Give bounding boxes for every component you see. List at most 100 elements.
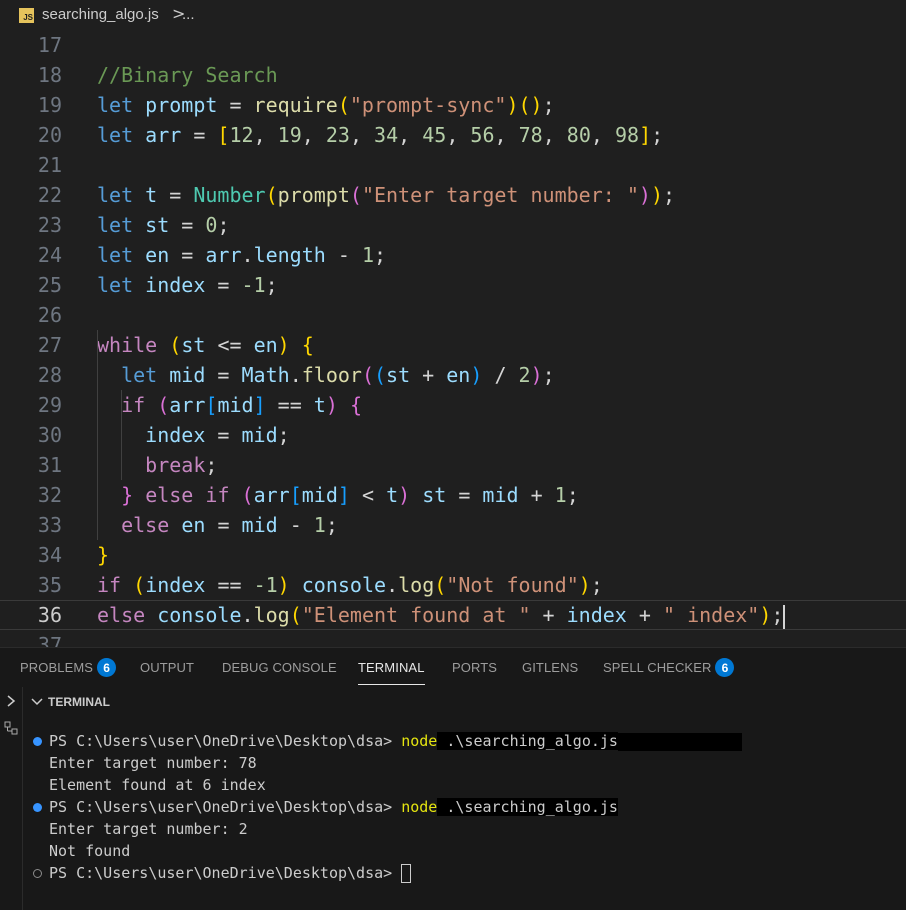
- code-line[interactable]: 33 else en = mid - 1;: [0, 510, 906, 540]
- line-number: 30: [37, 423, 62, 447]
- terminal-layout-icon[interactable]: [4, 721, 18, 735]
- text-cursor: [783, 604, 786, 629]
- code-token: ): [530, 363, 543, 387]
- tab-count-badge: 6: [715, 658, 735, 677]
- code-token: [: [289, 483, 302, 507]
- indent-guide: [121, 390, 122, 480]
- breadcrumb-file-name[interactable]: searching_algo.js: [42, 6, 159, 23]
- code-token: 80: [566, 123, 591, 147]
- code-line[interactable]: 19 let prompt = require("prompt-sync")();: [0, 90, 906, 120]
- tab-output[interactable]: OUTPUT: [140, 660, 194, 675]
- line-number: 27: [37, 333, 62, 357]
- code-token: floor: [301, 363, 362, 387]
- tab-spell-checker[interactable]: SPELL CHECKER: [603, 660, 711, 675]
- terminal-command: node: [401, 798, 438, 816]
- code-token: "Not found": [446, 573, 579, 597]
- code-text: if (index == -1) console.log("Not found"…: [97, 570, 603, 600]
- code-line[interactable]: 29 if (arr[mid] == t) {: [0, 390, 906, 420]
- code-token: Number: [193, 183, 266, 207]
- terminal-panel[interactable]: TERMINAL PS C:\Users\user\OneDrive\Deskt…: [0, 687, 906, 910]
- code-line[interactable]: 32 } else if (arr[mid] < t) st = mid + 1…: [0, 480, 906, 510]
- code-text: let st = 0;: [97, 210, 229, 240]
- code-token: mid: [241, 513, 278, 537]
- code-token: =: [446, 483, 483, 507]
- code-line[interactable]: 18 //Binary Search: [0, 60, 906, 90]
- code-line[interactable]: 36 else console.log("Element found at " +…: [0, 600, 906, 630]
- code-line[interactable]: 26: [0, 300, 906, 330]
- code-token: arr: [145, 123, 182, 147]
- code-token: arr: [169, 393, 206, 417]
- code-line[interactable]: 30 index = mid;: [0, 420, 906, 450]
- code-token: ,: [446, 123, 471, 147]
- terminal-line: Enter target number: 2: [49, 818, 248, 840]
- code-line[interactable]: 27 while (st <= en) {: [0, 330, 906, 360]
- tab-problems[interactable]: PROBLEMS: [20, 660, 93, 675]
- code-token: mid: [482, 483, 519, 507]
- code-line[interactable]: 34}: [0, 540, 906, 570]
- chevron-right-icon[interactable]: [5, 694, 17, 708]
- code-token: let: [97, 273, 134, 297]
- code-token: else: [145, 483, 194, 507]
- code-line[interactable]: 37: [0, 630, 906, 647]
- line-number: 32: [37, 483, 62, 507]
- code-line[interactable]: 17: [0, 30, 906, 60]
- code-token: ==: [265, 393, 314, 417]
- code-line[interactable]: 25 let index = -1;: [0, 270, 906, 300]
- code-line[interactable]: 35 if (index == -1) console.log("Not foun…: [0, 570, 906, 600]
- code-token: break: [145, 453, 206, 477]
- code-line[interactable]: 22 let t = Number(prompt("Enter target nu…: [0, 180, 906, 210]
- code-line[interactable]: 24 let en = arr.length - 1;: [0, 240, 906, 270]
- code-token: 12: [229, 123, 254, 147]
- code-token: " index": [662, 603, 760, 627]
- code-line[interactable]: 20 let arr = [12, 19, 23, 34, 45, 56, 78,…: [0, 120, 906, 150]
- tab-ports[interactable]: PORTS: [452, 660, 497, 675]
- code-token: ;: [265, 273, 278, 297]
- code-token: ]: [639, 123, 652, 147]
- code-token: (: [133, 573, 146, 597]
- code-token: ,: [590, 123, 615, 147]
- tab-debug-console[interactable]: DEBUG CONSOLE: [222, 660, 337, 675]
- terminal-cursor: [401, 864, 412, 883]
- command-decoration-pending-dot[interactable]: [33, 869, 42, 878]
- tab-gitlens[interactable]: GITLENS: [522, 660, 578, 675]
- code-token: "Element found at ": [301, 603, 531, 627]
- code-line[interactable]: 31 break;: [0, 450, 906, 480]
- code-token: console: [301, 573, 387, 597]
- code-token: ]: [253, 393, 266, 417]
- terminal-section-title: TERMINAL: [48, 695, 110, 709]
- terminal-header: TERMINAL: [22, 687, 906, 717]
- code-token: ;: [217, 213, 230, 237]
- code-token: //Binary Search: [97, 63, 278, 87]
- terminal-line: Element found at 6 index: [49, 774, 266, 796]
- chevron-down-icon[interactable]: [30, 696, 44, 708]
- code-token: let: [97, 213, 134, 237]
- code-token: ): [638, 183, 651, 207]
- code-token: 0: [205, 213, 218, 237]
- line-number: 21: [37, 153, 62, 177]
- line-number: 29: [37, 393, 62, 417]
- line-number: 33: [37, 513, 62, 537]
- command-decoration-dot[interactable]: [33, 737, 42, 746]
- code-editor[interactable]: 17 18 //Binary Search 19 let prompt = requir…: [0, 30, 906, 647]
- code-token: let: [97, 123, 134, 147]
- code-line[interactable]: 21: [0, 150, 906, 180]
- code-token: index: [145, 273, 206, 297]
- javascript-file-icon: JS: [19, 8, 34, 23]
- code-token: -1: [241, 273, 266, 297]
- tab-terminal[interactable]: TERMINAL: [358, 660, 425, 675]
- code-line[interactable]: 28 let mid = Math.floor((st + en) / 2);: [0, 360, 906, 390]
- code-token: -: [277, 513, 314, 537]
- code-token: .: [289, 363, 302, 387]
- code-token: =: [205, 513, 242, 537]
- code-token: ): [398, 483, 411, 507]
- command-decoration-dot[interactable]: [33, 803, 42, 812]
- breadcrumb-more[interactable]: ...: [182, 6, 195, 23]
- code-line[interactable]: 23 let st = 0;: [0, 210, 906, 240]
- code-text: break;: [97, 450, 217, 480]
